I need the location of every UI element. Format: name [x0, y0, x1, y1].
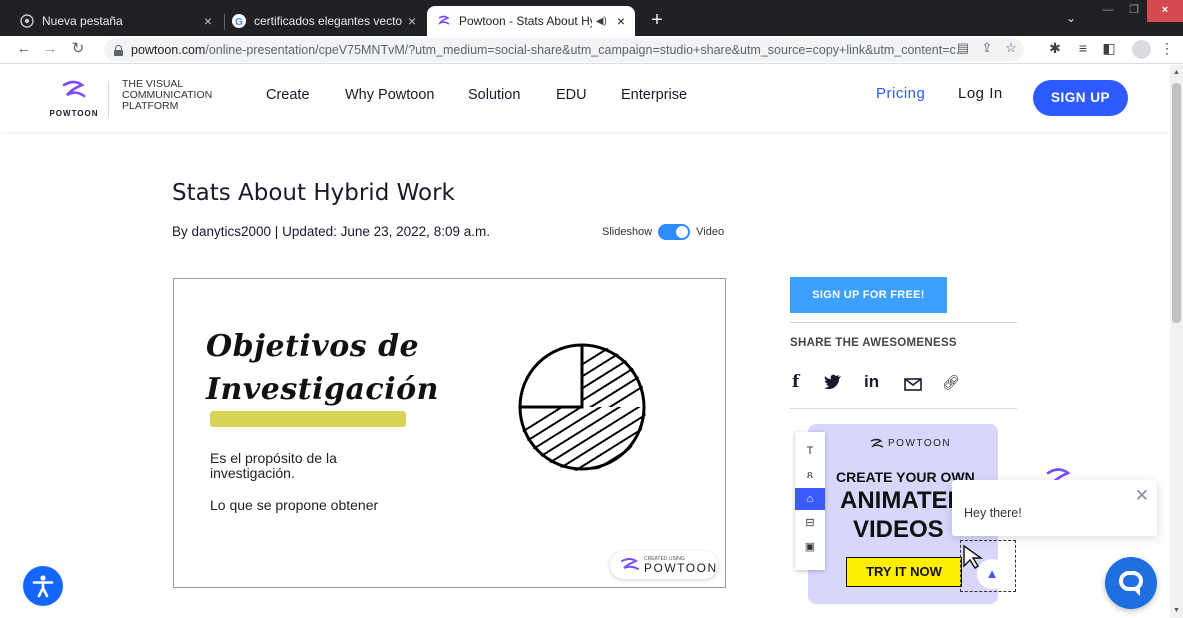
slide-text-goal: Lo que se propone obtener	[210, 497, 379, 513]
powtoon-logo[interactable]: POWTOON	[48, 79, 100, 121]
slide-text-purpose: Es el propósito de la investigación.	[210, 450, 337, 481]
tab-powtoon[interactable]: Powtoon - Stats About Hybr ◀︎) ×	[427, 6, 635, 36]
site-header: POWTOON THE VISUAL COMMUNICATION PLATFOR…	[0, 65, 1170, 132]
media-control-icon[interactable]: ≡	[1074, 40, 1092, 56]
share-page-icon[interactable]: ⇪	[978, 40, 996, 56]
browser-tab-strip: Nueva pestaña × G certificados elegantes…	[0, 0, 1183, 36]
sidebar-divider	[790, 322, 1017, 323]
nav-enterprise[interactable]: Enterprise	[621, 87, 687, 103]
tab-new-tab[interactable]: Nueva pestaña ×	[10, 6, 222, 36]
minimize-button[interactable]: —	[1094, 0, 1122, 22]
chrome-icon	[20, 14, 34, 28]
link-icon[interactable]: 🔗︎	[942, 374, 960, 396]
maximize-button[interactable]: ❐	[1120, 0, 1148, 22]
svg-text:G: G	[235, 17, 243, 28]
nav-create[interactable]: Create	[266, 87, 310, 103]
translate-icon[interactable]: ▤	[954, 40, 972, 56]
reload-icon[interactable]: ↻	[68, 39, 88, 59]
login-link[interactable]: Log In	[958, 85, 1003, 102]
scroll-up-arrow-icon[interactable]: ▲	[1172, 69, 1181, 79]
toggle-knob	[676, 226, 689, 238]
chat-launcher-button[interactable]	[1105, 557, 1157, 609]
lock-icon	[114, 45, 123, 56]
side-panel-icon[interactable]: ◧	[1100, 40, 1118, 57]
powtoon-swirl-icon	[62, 80, 86, 98]
bookmark-star-icon[interactable]: ☆	[1002, 40, 1020, 56]
chat-bubble-icon	[1119, 571, 1143, 591]
promo-line-3: VIDEOS	[853, 516, 944, 543]
google-icon: G	[232, 14, 246, 28]
toggle-label-video: Video	[696, 226, 725, 238]
powtoon-swirl-icon	[621, 558, 639, 570]
presentation-slide[interactable]: Objetivos de Investigación Es el propósi…	[173, 278, 726, 588]
nav-edu[interactable]: EDU	[556, 87, 587, 103]
accessibility-button[interactable]	[23, 566, 63, 606]
facebook-icon[interactable]: f	[792, 372, 799, 394]
share-title: SHARE THE AWESOMENESS	[790, 337, 957, 349]
title-highlight-bar	[210, 411, 406, 427]
window-close-button[interactable]: ×	[1147, 0, 1183, 22]
signup-free-button[interactable]: SIGN UP FOR FREE!	[790, 277, 947, 313]
promo-line-2: ANIMATED	[840, 487, 965, 514]
powtoon-favicon-icon	[437, 14, 451, 28]
close-tab-icon[interactable]: ×	[408, 13, 416, 29]
address-bar[interactable]: powtoon.com/online-presentation/cpeV75MN…	[104, 38, 1024, 62]
email-icon[interactable]	[904, 376, 922, 398]
audio-playing-icon[interactable]: ◀︎)	[596, 16, 607, 27]
scroll-down-arrow-icon[interactable]: ▼	[1172, 607, 1181, 617]
badge-big-text: POWTOON	[644, 561, 718, 575]
chat-close-icon[interactable]: ✕	[1135, 486, 1149, 506]
extensions-puzzle-icon[interactable]: ✱	[1046, 40, 1064, 57]
view-mode-toggle[interactable]: Slideshow Video	[602, 224, 724, 240]
nav-why-powtoon[interactable]: Why Powtoon	[345, 87, 434, 103]
back-arrow-icon[interactable]: ←	[14, 39, 34, 59]
props-tool-icon: ⊟	[805, 517, 815, 529]
linkedin-icon[interactable]: in	[864, 372, 879, 394]
image-tool-icon: ▣	[804, 541, 816, 553]
chat-greeting: Hey there!	[964, 506, 1022, 520]
browser-toolbar: ← → ↻ powtoon.com/online-presentation/cp…	[0, 36, 1183, 64]
powtoon-swirl-icon	[870, 438, 884, 448]
byline: By danytics2000 | Updated: June 23, 2022…	[172, 224, 490, 239]
promo-toolbar: T ጸ ⌂ ⊟ ▣	[795, 432, 825, 570]
url-text: powtoon.com/online-presentation/cpeV75MN…	[131, 43, 967, 57]
promo-logo: POWTOON	[870, 438, 951, 449]
pie-chart-icon	[518, 343, 646, 471]
signup-button[interactable]: SIGN UP	[1033, 80, 1128, 116]
tab-certificados[interactable]: G certificados elegantes vectores - ×	[222, 6, 426, 36]
forward-arrow-icon[interactable]: →	[40, 39, 60, 59]
toggle-label-slideshow: Slideshow	[602, 226, 653, 238]
new-tab-button[interactable]: +	[644, 8, 670, 34]
text-tool-icon: T	[806, 445, 814, 457]
tab-title: Nueva pestaña	[42, 14, 123, 28]
tab-title: certificados elegantes vectores -	[254, 14, 402, 28]
profile-avatar[interactable]	[1132, 40, 1151, 59]
logo-divider	[108, 81, 109, 117]
shapes-tool-icon: ⌂	[795, 488, 825, 510]
character-tool-icon: ጸ	[806, 469, 814, 481]
close-tab-icon[interactable]: ×	[617, 13, 625, 29]
nav-solution[interactable]: Solution	[468, 87, 520, 103]
logo-wordmark: POWTOON	[49, 109, 99, 118]
page-title: Stats About Hybrid Work	[172, 180, 455, 206]
tab-title: Powtoon - Stats About Hybr	[459, 14, 592, 28]
sidebar-divider	[790, 408, 1017, 409]
created-using-powtoon-badge[interactable]: CREATED USING POWTOON	[610, 551, 718, 579]
accessibility-person-icon	[32, 575, 54, 598]
page-scrollbar[interactable]: ▲ ▼	[1170, 65, 1183, 618]
chat-popup[interactable]: Hey there! ✕	[952, 480, 1157, 536]
twitter-icon[interactable]	[824, 374, 842, 396]
toggle-switch[interactable]	[658, 224, 691, 240]
menu-kebab-icon[interactable]: ⋮	[1158, 40, 1176, 57]
slide-title: Objetivos de Investigación	[206, 329, 439, 407]
close-tab-icon[interactable]: ×	[204, 13, 212, 29]
nav-pricing[interactable]: Pricing	[876, 85, 925, 102]
scrollbar-thumb[interactable]	[1172, 83, 1181, 323]
tab-search-icon[interactable]: ⌄	[1066, 11, 1076, 25]
try-it-now-button[interactable]: TRY IT NOW	[846, 557, 962, 587]
play-triangle-icon: ▲	[977, 559, 1007, 589]
tagline: THE VISUAL COMMUNICATION PLATFORM	[122, 78, 213, 112]
